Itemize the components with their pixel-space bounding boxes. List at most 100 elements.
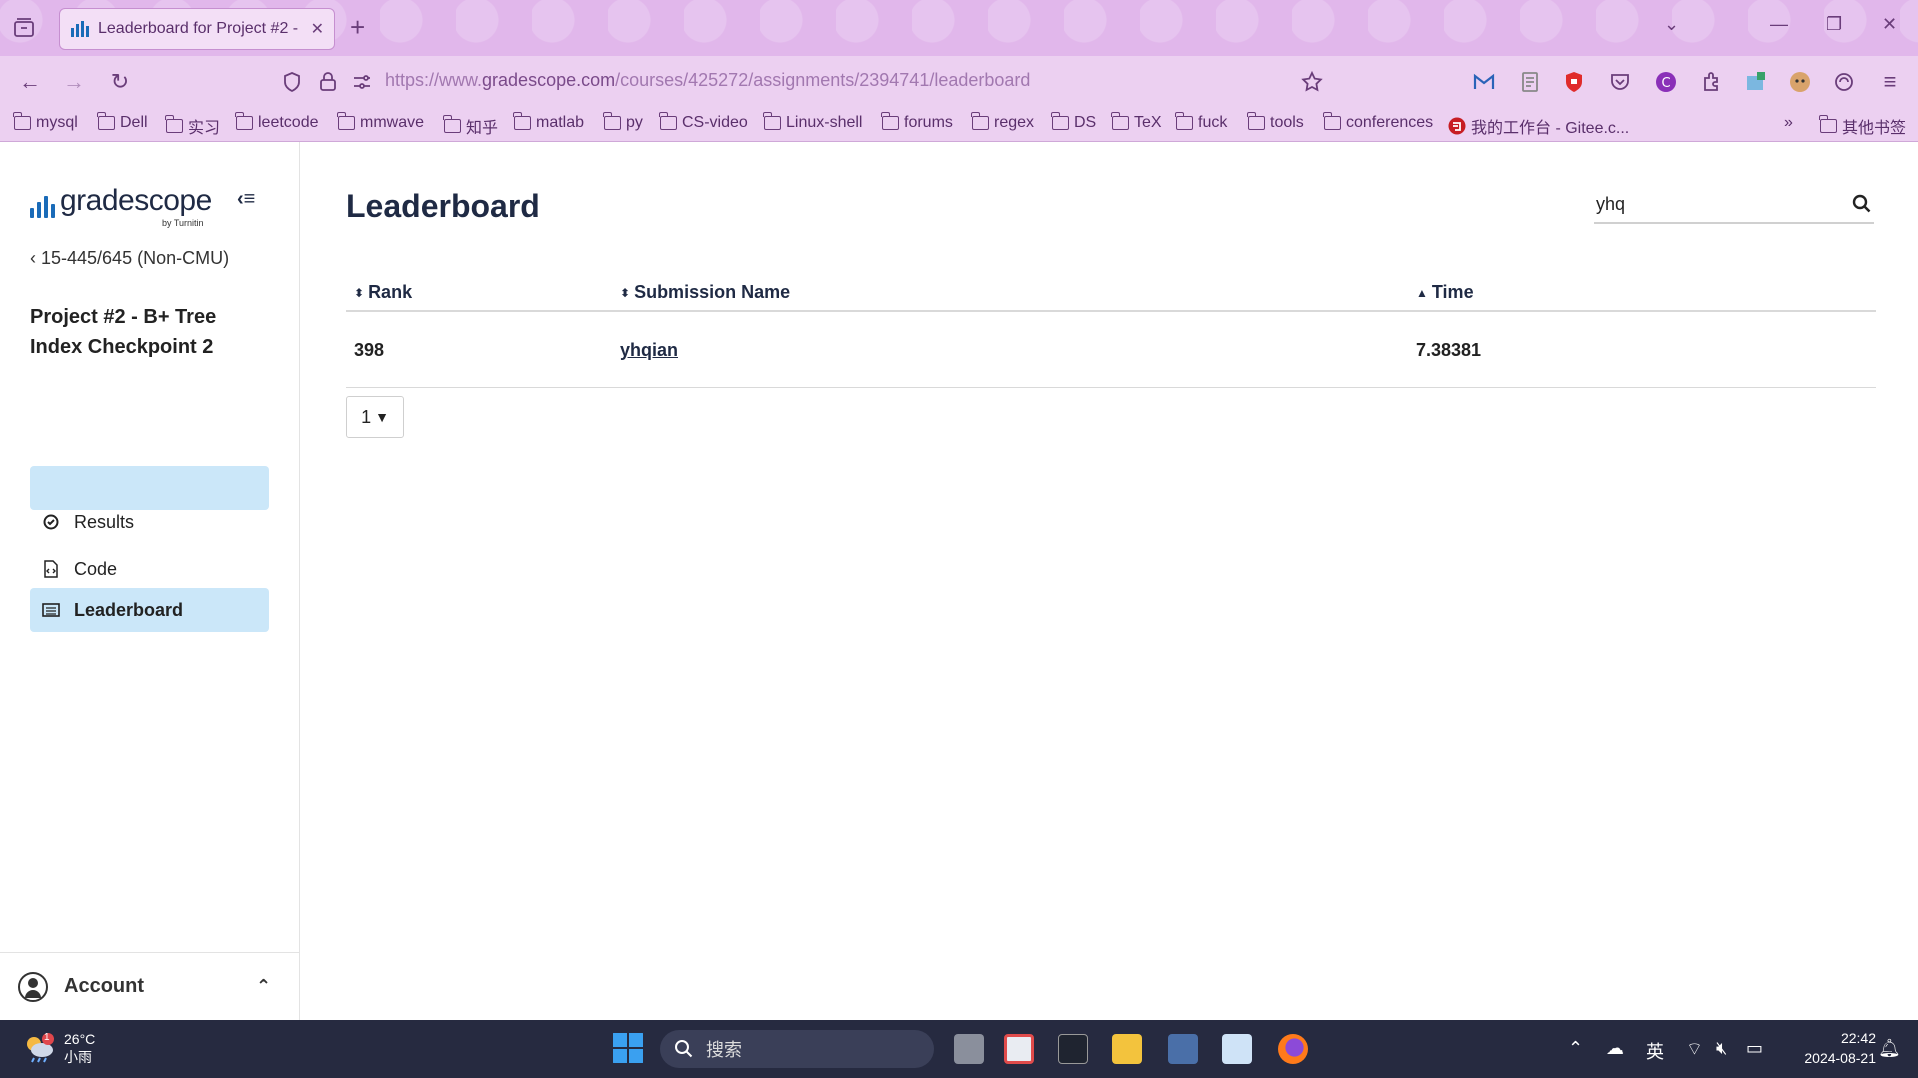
- taskbar-search[interactable]: 搜索: [660, 1030, 934, 1068]
- bookmark-folder[interactable]: py: [603, 112, 643, 132]
- svg-text:C: C: [1661, 76, 1670, 91]
- lock-icon[interactable]: [316, 70, 340, 94]
- bookmark-folder[interactable]: tools: [1247, 112, 1304, 132]
- back-icon[interactable]: ←: [16, 68, 44, 96]
- bookmark-folder[interactable]: CS-video: [659, 112, 748, 132]
- site-permissions-icon[interactable]: [350, 70, 374, 94]
- account-label: Account: [64, 975, 144, 997]
- bookmark-star-icon[interactable]: [1300, 70, 1324, 94]
- sidebar-item-label: Results: [74, 511, 135, 532]
- forward-icon[interactable]: →: [60, 68, 88, 96]
- windows-start-icon[interactable]: [612, 1032, 644, 1064]
- column-header-time[interactable]: ▲ Time: [1416, 282, 1474, 303]
- adblock-shield-icon[interactable]: [1562, 70, 1586, 94]
- bookmark-folder[interactable]: forums: [881, 112, 953, 132]
- bookmark-folder[interactable]: Linux-shell: [763, 112, 862, 132]
- windows-taskbar: 1 26°C 小雨 搜索 ⌃ ☁ 英 ⌔ 🔇︎ ▭ 22:42 2024-08-…: [0, 1020, 1918, 1078]
- task-view-icon[interactable]: [954, 1034, 984, 1064]
- sync-extension-icon[interactable]: [1832, 70, 1856, 94]
- weather-temp: 26°C: [64, 1031, 96, 1047]
- extensions-puzzle-icon[interactable]: [1700, 70, 1724, 94]
- folder-icon: [13, 112, 31, 130]
- bookmark-folder[interactable]: 知乎: [443, 114, 498, 138]
- sidebar-item-label: Leaderboard: [74, 599, 184, 620]
- chevron-up-icon[interactable]: ⌃: [256, 976, 271, 997]
- time-cell: 7.38381: [1416, 340, 1482, 360]
- bookmark-folder[interactable]: regex: [971, 112, 1034, 132]
- bookmark-folder[interactable]: matlab: [513, 112, 584, 132]
- menu-hamburger-icon[interactable]: ≡: [1876, 68, 1904, 96]
- address-bar[interactable]: https://www.gradescope.com/courses/42527…: [385, 70, 1030, 91]
- collapse-sidebar-icon[interactable]: ‹≡: [237, 188, 255, 211]
- assignment-title: Project #2 - B+ Tree Index Checkpoint 2: [30, 306, 217, 358]
- c-extension-icon[interactable]: C: [1654, 70, 1678, 94]
- gmail-icon[interactable]: [1472, 70, 1496, 94]
- bookmark-folder[interactable]: TeX: [1111, 112, 1162, 132]
- volume-muted-icon[interactable]: 🔇︎: [1716, 1038, 1727, 1059]
- tab-close-icon[interactable]: ✕: [311, 19, 324, 39]
- bookmark-folder[interactable]: DS: [1051, 112, 1096, 132]
- search-icon[interactable]: [1852, 194, 1872, 214]
- battery-icon[interactable]: ▭: [1746, 1038, 1763, 1059]
- bookmark-folder-other[interactable]: 其他书签: [1819, 114, 1906, 138]
- url-host: gradescope.com: [482, 70, 616, 90]
- close-window-icon[interactable]: ✕: [1882, 14, 1897, 35]
- bookmark-gitee[interactable]: 我的工作台 - Gitee.c...: [1448, 114, 1629, 138]
- document-icon[interactable]: [1518, 70, 1542, 94]
- firefox-icon[interactable]: [1278, 1034, 1308, 1064]
- folder-icon: [881, 112, 899, 130]
- folder-icon: [1819, 115, 1837, 133]
- page-select[interactable]: 1 ▼: [346, 396, 404, 438]
- wifi-icon[interactable]: ⌔: [1686, 1038, 1703, 1061]
- bookmark-folder[interactable]: leetcode: [235, 112, 319, 132]
- reload-icon[interactable]: ↻: [106, 68, 134, 96]
- browser-tab-bar: Leaderboard for Project #2 - ✕ + ⌄ — ❐ ✕: [0, 0, 1918, 56]
- snipping-tool-icon[interactable]: [1004, 1034, 1034, 1064]
- new-tab-icon[interactable]: +: [350, 12, 365, 43]
- search-input[interactable]: [1594, 188, 1834, 220]
- active-tab[interactable]: Leaderboard for Project #2 - ✕: [59, 8, 335, 50]
- photos-icon[interactable]: [1222, 1034, 1252, 1064]
- file-explorer-icon[interactable]: [1112, 1034, 1142, 1064]
- bookmark-folder[interactable]: mmwave: [337, 112, 424, 132]
- code-file-icon: [42, 560, 60, 578]
- weather-widget[interactable]: 1 26°C 小雨: [22, 1030, 95, 1066]
- sidebar-item-code[interactable]: Code: [30, 547, 269, 591]
- sidebar-item-leaderboard[interactable]: Leaderboard: [30, 588, 269, 632]
- avatar-extension-icon[interactable]: [1788, 70, 1812, 94]
- caret-down-icon: ▼: [375, 409, 389, 425]
- course-back-link[interactable]: ‹ 15-445/645 (Non-CMU): [30, 248, 229, 269]
- gradescope-logo[interactable]: gradescope by Turnitin: [30, 184, 212, 228]
- page-select-value: 1: [361, 406, 372, 427]
- system-clock[interactable]: 22:42 2024-08-21: [1786, 1028, 1876, 1068]
- bookmark-folder[interactable]: Dell: [97, 112, 148, 132]
- bookmark-folder[interactable]: 实习: [165, 114, 220, 138]
- bookmarks-overflow-icon[interactable]: »: [1784, 114, 1793, 132]
- notification-bell-icon[interactable]: 🔔︎: [1878, 1038, 1901, 1059]
- bookmark-folder[interactable]: fuck: [1175, 112, 1227, 132]
- column-header-rank[interactable]: ⬍ Rank: [354, 282, 412, 303]
- sort-icon: ⬍: [620, 285, 631, 300]
- leaderboard-icon: [42, 601, 60, 619]
- bookmark-folder[interactable]: conferences: [1323, 112, 1433, 132]
- gitee-icon: [1448, 117, 1466, 135]
- bookmark-folder[interactable]: mysql: [13, 112, 78, 132]
- screenshot-extension-icon[interactable]: [1744, 70, 1768, 94]
- account-menu[interactable]: Account ⌃: [0, 952, 300, 1020]
- calculator-icon[interactable]: [1168, 1034, 1198, 1064]
- tab-overflow-chevron-icon[interactable]: ⌄: [1664, 14, 1679, 35]
- restore-icon[interactable]: ❐: [1826, 14, 1842, 35]
- folder-icon: [659, 112, 677, 130]
- page-title: Leaderboard: [346, 188, 540, 224]
- terminal-icon[interactable]: [1058, 1034, 1088, 1064]
- account-avatar-icon: [18, 971, 48, 1002]
- submission-name-link[interactable]: yhqian: [620, 340, 678, 361]
- column-header-submission-name[interactable]: ⬍ Submission Name: [620, 282, 790, 303]
- show-hidden-icons-chevron-icon[interactable]: ⌃: [1568, 1038, 1583, 1059]
- ime-indicator[interactable]: 英: [1646, 1038, 1664, 1064]
- shield-icon[interactable]: [280, 70, 304, 94]
- minimize-icon[interactable]: —: [1770, 14, 1788, 35]
- pocket-icon[interactable]: [1608, 70, 1632, 94]
- onedrive-cloud-icon[interactable]: ☁: [1606, 1038, 1624, 1059]
- tab-list-icon[interactable]: [12, 16, 36, 40]
